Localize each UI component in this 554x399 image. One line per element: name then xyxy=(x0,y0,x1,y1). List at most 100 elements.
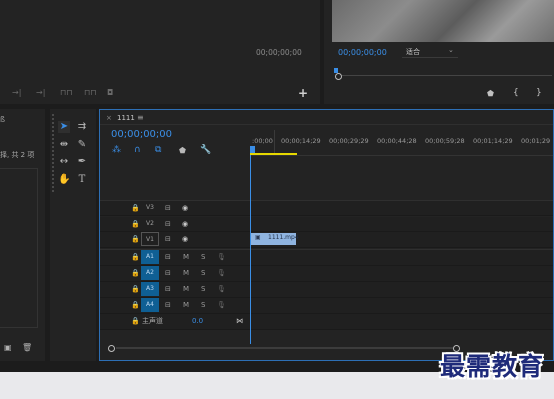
program-video-frame xyxy=(332,0,554,42)
wrench-icon[interactable]: 🔧 xyxy=(200,145,211,155)
insert-icon[interactable]: ⊓⊓ xyxy=(60,88,72,97)
lock-icon[interactable]: 🔒 xyxy=(131,314,140,328)
master-volume-value[interactable]: 0.0 xyxy=(192,314,203,328)
microphone-icon[interactable]: 🎙 xyxy=(217,266,226,280)
timeline-playhead-head[interactable] xyxy=(250,146,255,153)
track-header-a3: 🔒 A3 ⊟ M S 🎙 xyxy=(100,282,250,297)
track-header-v1: 🔒 V1 ⊟ ◉ xyxy=(100,232,250,247)
eye-icon[interactable]: ◉ xyxy=(182,201,188,215)
chevron-down-icon: ⌄ xyxy=(448,46,454,54)
playhead-line[interactable] xyxy=(250,155,251,344)
microphone-icon[interactable]: 🎙 xyxy=(217,250,226,264)
scrub-handle[interactable] xyxy=(335,73,342,80)
tools-panel: ➤ ⇉ ⇹ ✎ ↔ ✒ ✋ T xyxy=(50,109,96,361)
trash-icon[interactable]: 🗑 xyxy=(22,343,32,352)
new-item-icon[interactable]: ▣ xyxy=(4,343,12,352)
track-header-a1: 🔒 A1 ⊟ M S 🎙 xyxy=(100,250,250,265)
lock-icon[interactable]: 🔒 xyxy=(131,282,140,296)
track-name-a1[interactable]: A1 xyxy=(141,250,159,264)
source-timecode[interactable]: 00;00;00;00 xyxy=(256,48,302,57)
end-bracket-icon[interactable]: ⋈ xyxy=(236,314,243,328)
sync-lock-icon[interactable]: ⊟ xyxy=(165,250,171,264)
ruler-label: 00;00;44;28 xyxy=(377,137,417,145)
mark-out-icon[interactable]: } xyxy=(536,88,542,98)
watermark-logo: 最需教育 xyxy=(439,352,544,381)
eye-icon[interactable]: ◉ xyxy=(182,217,188,231)
zoom-track[interactable] xyxy=(116,347,454,349)
sync-lock-icon[interactable]: ⊟ xyxy=(165,232,171,246)
source-monitor-panel: 00;00;00;00 →| →| ⊓⊓ ⊓⊓ ◘ + xyxy=(0,0,320,104)
sync-lock-icon[interactable]: ⊟ xyxy=(165,201,171,215)
sync-lock-icon[interactable]: ⊟ xyxy=(165,266,171,280)
sync-lock-icon[interactable]: ⊟ xyxy=(165,298,171,312)
export-frame-icon[interactable]: ◘ xyxy=(107,88,113,97)
lock-icon[interactable]: 🔒 xyxy=(131,298,140,312)
mute-button[interactable]: M xyxy=(183,266,189,280)
close-tab-icon[interactable]: × xyxy=(106,114,112,122)
track-name-a4[interactable]: A4 xyxy=(141,298,159,312)
track-name-v3[interactable]: V3 xyxy=(141,201,159,215)
mute-button[interactable]: M xyxy=(183,250,189,264)
snap-icon[interactable]: ∩ xyxy=(134,145,141,155)
project-panel-tab-icon[interactable]: ß xyxy=(0,115,5,124)
sequence-tab[interactable]: 1111 xyxy=(117,114,135,122)
solo-button[interactable]: S xyxy=(201,298,205,312)
project-panel: ß 择, 共 2 项 ▣ 🗑 xyxy=(0,109,45,361)
sync-lock-icon[interactable]: ⊟ xyxy=(165,217,171,231)
track-name-a2[interactable]: A2 xyxy=(141,266,159,280)
solo-button[interactable]: S xyxy=(201,250,205,264)
microphone-icon[interactable]: 🎙 xyxy=(217,298,226,312)
pen-tool-icon[interactable]: ✒ xyxy=(76,156,88,168)
add-button-icon[interactable]: + xyxy=(298,86,308,100)
sync-lock-icon[interactable]: ⊟ xyxy=(165,282,171,296)
track-name-v1[interactable]: V1 xyxy=(141,232,159,246)
video-clip[interactable]: ▣ 1111.mp4 xyxy=(251,233,299,245)
project-item-count: 择, 共 2 项 xyxy=(0,151,35,159)
ruler-label: 00;01;14;29 xyxy=(473,137,513,145)
timeline-zoom-scrollbar[interactable] xyxy=(108,344,462,352)
fit-select[interactable]: 适合 ⌄ xyxy=(402,46,458,58)
program-scrub-bar[interactable] xyxy=(333,68,554,80)
timeline-timecode[interactable]: 00;00;00;00 xyxy=(111,129,172,140)
eye-icon[interactable]: ◉ xyxy=(182,232,188,246)
lock-icon[interactable]: 🔒 xyxy=(131,250,140,264)
razor-tool-icon[interactable]: ✎ xyxy=(76,139,88,151)
linked-selection-icon[interactable]: ⧉ xyxy=(155,145,161,155)
nest-toggle-icon[interactable]: ⁂ xyxy=(112,145,121,155)
go-to-out-icon[interactable]: →| xyxy=(36,88,45,97)
program-timecode[interactable]: 00;00;00;00 xyxy=(338,48,387,57)
track-header-v3: 🔒 V3 ⊟ ◉ xyxy=(100,201,250,216)
track-name-a3[interactable]: A3 xyxy=(141,282,159,296)
lock-icon[interactable]: 🔒 xyxy=(131,232,140,246)
solo-button[interactable]: S xyxy=(201,266,205,280)
track-header-a2: 🔒 A2 ⊟ M S 🎙 xyxy=(100,266,250,281)
zoom-handle-left[interactable] xyxy=(108,345,115,352)
type-tool-icon[interactable]: T xyxy=(76,174,88,186)
lock-icon[interactable]: 🔒 xyxy=(131,266,140,280)
lock-icon[interactable]: 🔒 xyxy=(131,217,140,231)
lock-icon[interactable]: 🔒 xyxy=(131,201,140,215)
selection-tool-icon[interactable]: ➤ xyxy=(58,121,70,133)
mute-button[interactable]: M xyxy=(183,298,189,312)
slip-tool-icon[interactable]: ↔ xyxy=(58,156,70,168)
tab-menu-icon[interactable]: ≡ xyxy=(137,113,144,122)
marker-icon[interactable]: ⬟ xyxy=(487,89,494,98)
step-forward-icon[interactable]: →| xyxy=(12,88,21,97)
track-select-tool-icon[interactable]: ⇉ xyxy=(76,121,88,133)
master-track-label: 主声道 xyxy=(142,317,163,325)
track-header-master: 🔒 主声道 0.0 ⋈ xyxy=(100,314,250,329)
tab-divider xyxy=(100,124,553,125)
project-bin-list[interactable] xyxy=(0,168,38,328)
track-header-v2: 🔒 V2 ⊟ ◉ xyxy=(100,217,250,232)
track-name-v2[interactable]: V2 xyxy=(141,217,159,231)
ripple-edit-tool-icon[interactable]: ⇹ xyxy=(58,139,70,151)
mark-in-icon[interactable]: { xyxy=(513,88,519,98)
overwrite-icon[interactable]: ⊓⊓ xyxy=(84,88,96,97)
clip-label: 1111.mp4 xyxy=(268,234,299,241)
solo-button[interactable]: S xyxy=(201,282,205,296)
mute-button[interactable]: M xyxy=(183,282,189,296)
tools-grip[interactable] xyxy=(52,114,57,192)
microphone-icon[interactable]: 🎙 xyxy=(217,282,226,296)
hand-tool-icon[interactable]: ✋ xyxy=(58,174,70,186)
add-marker-icon[interactable]: ⬟ xyxy=(179,146,186,155)
